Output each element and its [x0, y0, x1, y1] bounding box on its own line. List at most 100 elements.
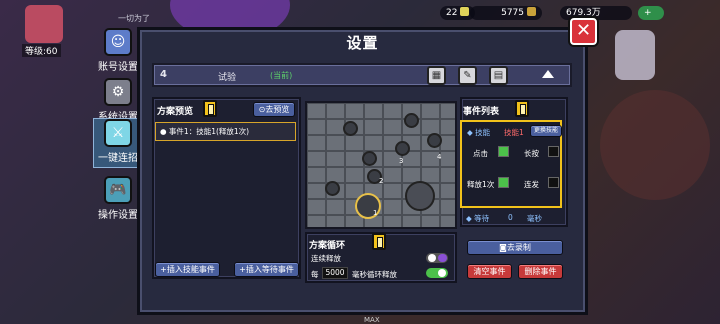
- rapid-label: 连发: [524, 180, 539, 189]
- map-tile: [440, 103, 455, 119]
- tab-account-settings[interactable]: ☺ 账号设置: [93, 28, 143, 80]
- map-step-number: 3: [399, 157, 404, 165]
- map-tile: [421, 215, 440, 227]
- map-tile: [364, 135, 383, 151]
- save-plan-button[interactable]: ▦: [427, 66, 446, 85]
- map-tile: [307, 199, 326, 215]
- map-tile: [307, 167, 326, 183]
- plan-header[interactable]: 4 试验 (当前) ▦ ✎ ▤: [152, 63, 572, 87]
- map-tile: [383, 103, 402, 119]
- dialog-title: 设置: [346, 34, 379, 52]
- plus-label: +: [644, 8, 652, 18]
- tab-combo[interactable]: ⚔ 一键连招: [93, 118, 143, 168]
- map-tile: [345, 103, 364, 119]
- map-tile: [345, 135, 364, 151]
- map-tile: [326, 135, 345, 151]
- close-button[interactable]: ✕: [570, 18, 597, 45]
- clear-events-button[interactable]: 清空事件: [467, 264, 512, 279]
- map-tile: [440, 167, 455, 183]
- record-button[interactable]: ◙去录制: [467, 240, 563, 255]
- resource-counter-2: 5775: [470, 6, 542, 20]
- map-tile: [440, 151, 455, 167]
- map-tile: [383, 215, 402, 227]
- skill-node[interactable]: [404, 113, 419, 128]
- loop-ms-label: 毫秒循环释放: [352, 270, 397, 279]
- skill-node[interactable]: [427, 133, 442, 148]
- map-tile: [326, 199, 345, 215]
- toggle-knob: [438, 269, 446, 277]
- release-once-checkbox[interactable]: [498, 177, 509, 188]
- long-press-label: 长按: [524, 149, 539, 158]
- continuous-toggle[interactable]: [426, 253, 448, 263]
- resource-value: 679.3万: [566, 8, 601, 18]
- rapid-checkbox[interactable]: [548, 177, 559, 188]
- map-step-number: 2: [379, 177, 384, 185]
- tab-label: 一键连招: [98, 153, 138, 164]
- tab-label: 操作设置: [98, 210, 138, 221]
- map-tile: [326, 103, 345, 119]
- tab-controls-settings[interactable]: 🎮 操作设置: [93, 176, 143, 228]
- map-tile: [307, 151, 326, 167]
- skill-node[interactable]: [343, 121, 358, 136]
- map-tile: [440, 215, 455, 227]
- add-resource-button[interactable]: +: [638, 6, 664, 20]
- delete-event-button[interactable]: 删除事件: [518, 264, 563, 279]
- release-once-label: 释放1次: [467, 180, 495, 189]
- sword-icon: ⚔: [104, 119, 132, 147]
- loop-ms-input[interactable]: 5000: [322, 267, 348, 279]
- click-checkbox[interactable]: [498, 146, 509, 157]
- skill-position-map[interactable]: 3 4 2 1: [305, 101, 457, 229]
- wait-value[interactable]: 0: [508, 213, 513, 222]
- map-tile: [440, 119, 455, 135]
- toggle-knob: [428, 254, 436, 262]
- player-level: 等级:60: [22, 44, 61, 57]
- event-list-title: 事件列表: [463, 107, 500, 117]
- player-name: 一切为了: [118, 14, 150, 23]
- game-scene: 22 5775 679.3万 + 一切为了 等级:60 ☺ 账号设置 ⚙ 系统设…: [0, 0, 720, 324]
- skill-name: 技能1: [504, 128, 524, 137]
- info-icon[interactable]: [372, 233, 386, 250]
- gamepad-icon: 🎮: [104, 176, 132, 204]
- long-press-checkbox[interactable]: [548, 146, 559, 157]
- close-icon: ✕: [575, 20, 592, 41]
- top-hud: 22 5775 679.3万 +: [0, 0, 720, 26]
- insert-skill-event-button[interactable]: +插入技能事件: [155, 262, 220, 277]
- every-label: 每: [311, 270, 319, 279]
- account-icon: ☺: [104, 28, 132, 56]
- resource-value: 5775: [501, 8, 524, 18]
- loop-title: 方案循环: [309, 241, 346, 251]
- continuous-label: 连续释放: [311, 254, 341, 263]
- plan-number: 4: [160, 69, 167, 80]
- insert-wait-event-button[interactable]: +插入等待事件: [234, 262, 299, 277]
- camera-icon: ◙: [499, 243, 507, 252]
- skill-label: ◆ 技能: [467, 128, 491, 137]
- map-tile: [440, 135, 455, 151]
- map-tile: [440, 199, 455, 215]
- map-tile: [345, 167, 364, 183]
- tab-label: 账号设置: [98, 62, 138, 73]
- clipboard-button[interactable]: ▤: [489, 66, 508, 85]
- wait-unit: 毫秒: [527, 214, 542, 223]
- map-tile: [421, 103, 440, 119]
- gem-icon: [460, 7, 470, 16]
- info-icon[interactable]: [203, 100, 217, 117]
- collapse-arrow-icon[interactable]: [542, 70, 554, 78]
- skill-node[interactable]: [325, 181, 340, 196]
- map-tile: [383, 119, 402, 135]
- change-skill-button[interactable]: 更换技能: [530, 125, 562, 137]
- loop-toggle[interactable]: [426, 268, 448, 278]
- max-label: MAX: [364, 316, 380, 324]
- edit-plan-button[interactable]: ✎: [458, 66, 477, 85]
- map-tile: [383, 183, 402, 199]
- go-preview-button[interactable]: ⊙去预览: [253, 102, 295, 117]
- edit-icon: ✎: [463, 70, 472, 81]
- event-item[interactable]: ● 事件1：技能1(释放1次): [155, 122, 296, 141]
- skill-event-editor: ◆ 技能 技能1 更换技能 点击 长按 释放1次 连发: [460, 120, 562, 208]
- character-marker[interactable]: [405, 181, 435, 211]
- skill-node[interactable]: [362, 151, 377, 166]
- skill-node[interactable]: [395, 141, 410, 156]
- preview-title: 方案预览: [157, 107, 194, 117]
- map-tile: [364, 103, 383, 119]
- save-icon: ▦: [431, 70, 442, 81]
- info-icon[interactable]: [515, 100, 529, 117]
